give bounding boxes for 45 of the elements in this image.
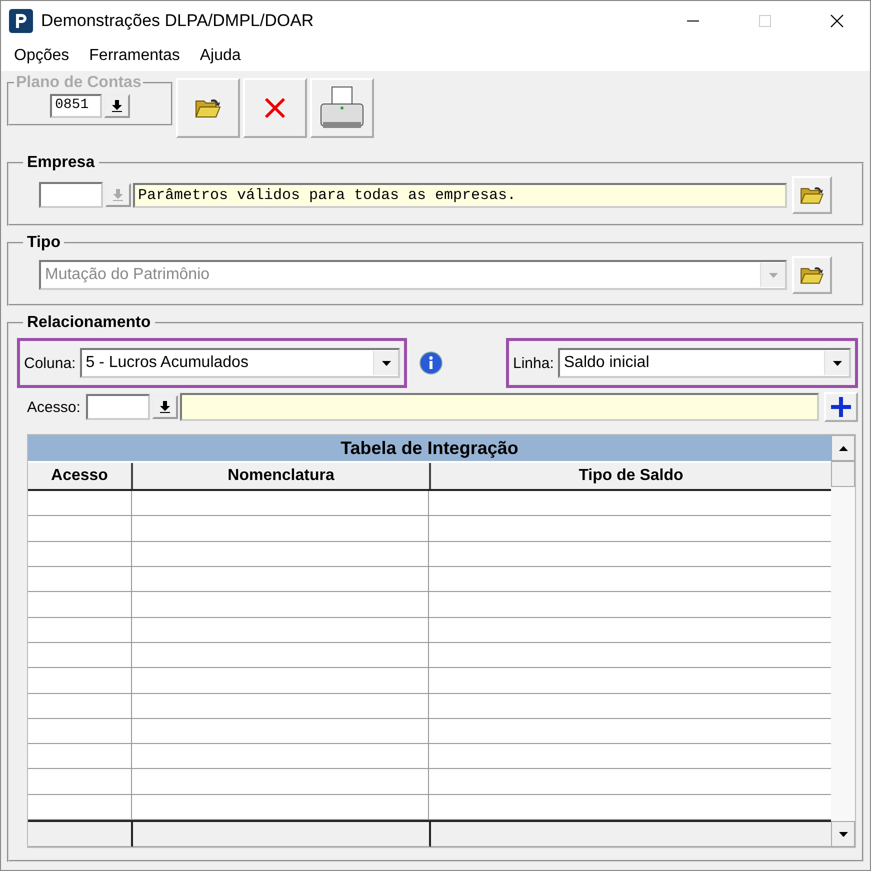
- open-folder-button[interactable]: [792, 176, 832, 214]
- cross-icon: [264, 97, 286, 119]
- download-arrow-icon: [160, 401, 170, 413]
- folder-icon: [800, 185, 824, 205]
- field-label: Linha:: [513, 354, 554, 372]
- open-folder-button[interactable]: [176, 78, 240, 138]
- dropdown-arrow-icon: [382, 360, 390, 366]
- menu-item[interactable]: Opções: [14, 47, 70, 65]
- window-title: Demonstrações DLPA/DMPL/DOAR: [41, 11, 314, 31]
- add-button[interactable]: [824, 392, 858, 422]
- code-field[interactable]: [39, 182, 103, 208]
- field-label: Acesso:: [27, 398, 80, 416]
- print-button[interactable]: [310, 78, 374, 138]
- info-icon[interactable]: [419, 351, 443, 375]
- group-label: Relacionamento: [26, 314, 152, 332]
- download-button[interactable]: [104, 94, 130, 118]
- table-title: Tabela de Integração: [28, 435, 831, 463]
- group-label: Tipo: [26, 234, 62, 252]
- description-field: Parâmetros válidos para todas as empresas.: [133, 182, 787, 208]
- app-logo-icon: [9, 9, 33, 33]
- open-folder-button[interactable]: [792, 256, 832, 294]
- menu-item[interactable]: Ferramentas: [89, 47, 180, 65]
- download-arrow-icon: [112, 100, 122, 112]
- plus-icon: [830, 396, 852, 418]
- scroll-thumb[interactable]: [831, 461, 855, 487]
- close-icon[interactable]: [830, 14, 844, 28]
- dropdown-arrow-icon: [832, 360, 842, 366]
- download-arrow-icon: [113, 189, 123, 201]
- scroll-down-button[interactable]: [831, 821, 855, 847]
- down-arrow-icon: [838, 832, 848, 836]
- maximize-icon: [758, 14, 772, 28]
- group-label: Empresa: [26, 154, 96, 172]
- menu-item[interactable]: Ajuda: [200, 47, 241, 65]
- folder-icon: [800, 265, 824, 285]
- scroll-up-button[interactable]: [831, 435, 855, 461]
- folder-icon: [195, 97, 221, 119]
- delete-button[interactable]: [243, 78, 307, 138]
- up-arrow-icon: [838, 446, 848, 450]
- coluna-dropdown[interactable]: 5 - Lucros Acumulados: [80, 348, 400, 378]
- group-label: Plano de Contas: [15, 74, 142, 92]
- linha-dropdown[interactable]: Saldo inicial: [558, 348, 851, 378]
- acesso-field[interactable]: [86, 394, 150, 420]
- field-label: Coluna:: [24, 354, 76, 372]
- dropdown-arrow-icon: [768, 272, 778, 278]
- download-button[interactable]: [152, 395, 178, 419]
